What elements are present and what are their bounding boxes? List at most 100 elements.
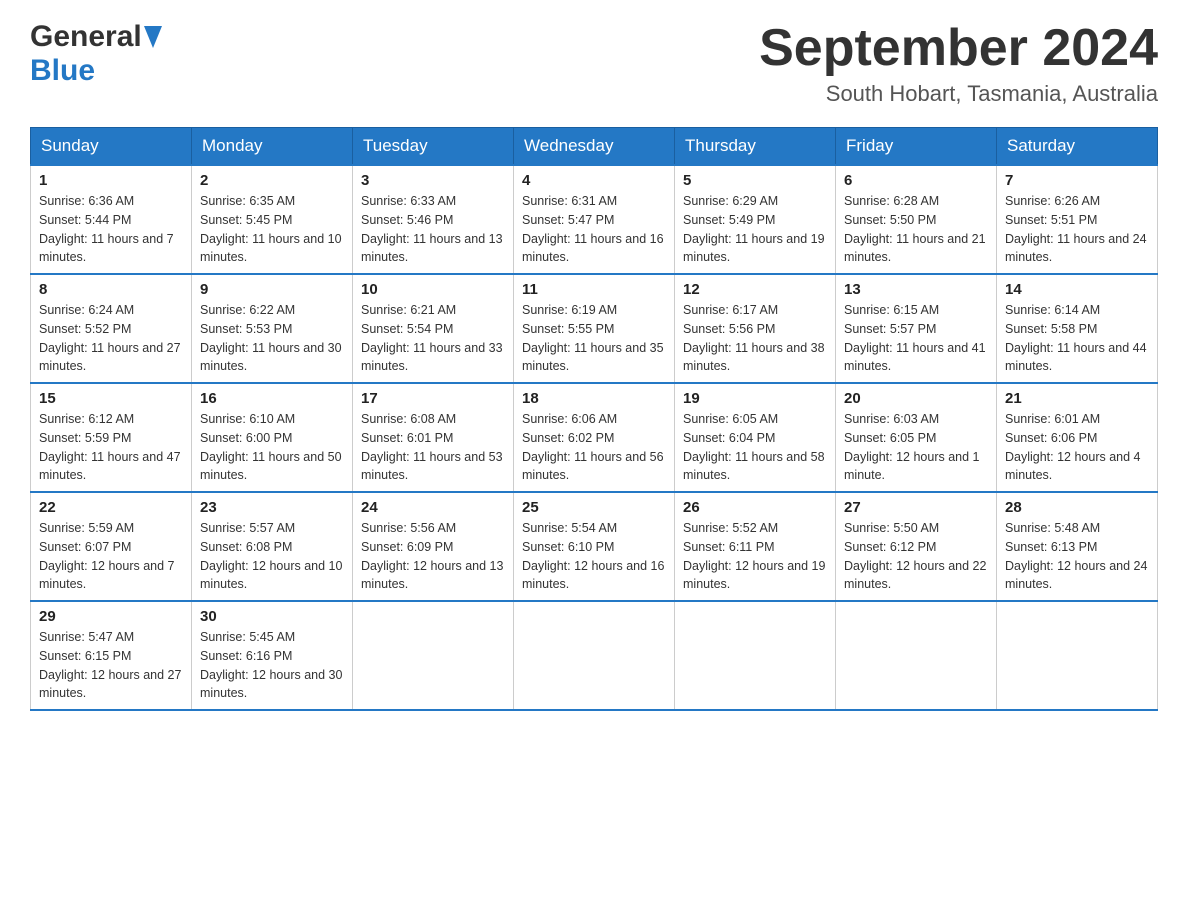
calendar-cell: 16 Sunrise: 6:10 AMSunset: 6:00 PMDaylig… — [192, 383, 353, 492]
calendar-cell — [514, 601, 675, 710]
calendar-cell: 20 Sunrise: 6:03 AMSunset: 6:05 PMDaylig… — [836, 383, 997, 492]
calendar-cell: 21 Sunrise: 6:01 AMSunset: 6:06 PMDaylig… — [997, 383, 1158, 492]
day-info: Sunrise: 5:56 AMSunset: 6:09 PMDaylight:… — [361, 521, 503, 591]
calendar-cell: 25 Sunrise: 5:54 AMSunset: 6:10 PMDaylig… — [514, 492, 675, 601]
day-info: Sunrise: 5:52 AMSunset: 6:11 PMDaylight:… — [683, 521, 825, 591]
calendar-cell: 17 Sunrise: 6:08 AMSunset: 6:01 PMDaylig… — [353, 383, 514, 492]
day-info: Sunrise: 6:36 AMSunset: 5:44 PMDaylight:… — [39, 194, 174, 264]
calendar-cell: 24 Sunrise: 5:56 AMSunset: 6:09 PMDaylig… — [353, 492, 514, 601]
calendar-cell: 22 Sunrise: 5:59 AMSunset: 6:07 PMDaylig… — [31, 492, 192, 601]
weekday-header-tuesday: Tuesday — [353, 128, 514, 166]
day-info: Sunrise: 6:31 AMSunset: 5:47 PMDaylight:… — [522, 194, 664, 264]
calendar-cell: 23 Sunrise: 5:57 AMSunset: 6:08 PMDaylig… — [192, 492, 353, 601]
calendar-week-row: 8 Sunrise: 6:24 AMSunset: 5:52 PMDayligh… — [31, 274, 1158, 383]
calendar-cell: 28 Sunrise: 5:48 AMSunset: 6:13 PMDaylig… — [997, 492, 1158, 601]
day-number: 29 — [39, 608, 183, 625]
calendar-cell: 26 Sunrise: 5:52 AMSunset: 6:11 PMDaylig… — [675, 492, 836, 601]
calendar-cell: 1 Sunrise: 6:36 AMSunset: 5:44 PMDayligh… — [31, 165, 192, 274]
day-info: Sunrise: 6:33 AMSunset: 5:46 PMDaylight:… — [361, 194, 503, 264]
day-number: 4 — [522, 172, 666, 189]
day-info: Sunrise: 6:06 AMSunset: 6:02 PMDaylight:… — [522, 412, 664, 482]
day-info: Sunrise: 6:17 AMSunset: 5:56 PMDaylight:… — [683, 303, 825, 373]
day-number: 5 — [683, 172, 827, 189]
day-number: 18 — [522, 390, 666, 407]
calendar-cell — [836, 601, 997, 710]
weekday-header-saturday: Saturday — [997, 128, 1158, 166]
day-info: Sunrise: 5:57 AMSunset: 6:08 PMDaylight:… — [200, 521, 342, 591]
day-info: Sunrise: 6:24 AMSunset: 5:52 PMDaylight:… — [39, 303, 181, 373]
calendar-cell: 7 Sunrise: 6:26 AMSunset: 5:51 PMDayligh… — [997, 165, 1158, 274]
calendar-cell: 10 Sunrise: 6:21 AMSunset: 5:54 PMDaylig… — [353, 274, 514, 383]
day-number: 15 — [39, 390, 183, 407]
day-info: Sunrise: 6:01 AMSunset: 6:06 PMDaylight:… — [1005, 412, 1141, 482]
calendar-cell: 11 Sunrise: 6:19 AMSunset: 5:55 PMDaylig… — [514, 274, 675, 383]
weekday-header-wednesday: Wednesday — [514, 128, 675, 166]
day-info: Sunrise: 6:22 AMSunset: 5:53 PMDaylight:… — [200, 303, 342, 373]
calendar-cell: 2 Sunrise: 6:35 AMSunset: 5:45 PMDayligh… — [192, 165, 353, 274]
calendar-week-row: 1 Sunrise: 6:36 AMSunset: 5:44 PMDayligh… — [31, 165, 1158, 274]
location-subtitle: South Hobart, Tasmania, Australia — [759, 81, 1158, 107]
weekday-header-thursday: Thursday — [675, 128, 836, 166]
day-number: 8 — [39, 281, 183, 298]
calendar-cell: 29 Sunrise: 5:47 AMSunset: 6:15 PMDaylig… — [31, 601, 192, 710]
day-number: 25 — [522, 499, 666, 516]
day-number: 26 — [683, 499, 827, 516]
calendar-week-row: 15 Sunrise: 6:12 AMSunset: 5:59 PMDaylig… — [31, 383, 1158, 492]
calendar-cell — [997, 601, 1158, 710]
day-info: Sunrise: 6:29 AMSunset: 5:49 PMDaylight:… — [683, 194, 825, 264]
day-number: 20 — [844, 390, 988, 407]
calendar-cell: 30 Sunrise: 5:45 AMSunset: 6:16 PMDaylig… — [192, 601, 353, 710]
day-number: 30 — [200, 608, 344, 625]
logo-general-text: General — [30, 20, 142, 54]
day-info: Sunrise: 6:19 AMSunset: 5:55 PMDaylight:… — [522, 303, 664, 373]
page-header: General Blue September 2024 South Hobart… — [30, 20, 1158, 107]
logo-triangle-icon — [144, 26, 162, 53]
weekday-header-friday: Friday — [836, 128, 997, 166]
weekday-header-sunday: Sunday — [31, 128, 192, 166]
day-number: 24 — [361, 499, 505, 516]
calendar-week-row: 29 Sunrise: 5:47 AMSunset: 6:15 PMDaylig… — [31, 601, 1158, 710]
day-number: 7 — [1005, 172, 1149, 189]
title-area: September 2024 South Hobart, Tasmania, A… — [759, 20, 1158, 107]
day-info: Sunrise: 6:10 AMSunset: 6:00 PMDaylight:… — [200, 412, 342, 482]
day-info: Sunrise: 5:54 AMSunset: 6:10 PMDaylight:… — [522, 521, 664, 591]
day-number: 3 — [361, 172, 505, 189]
day-info: Sunrise: 5:50 AMSunset: 6:12 PMDaylight:… — [844, 521, 986, 591]
day-info: Sunrise: 6:28 AMSunset: 5:50 PMDaylight:… — [844, 194, 986, 264]
calendar-cell: 3 Sunrise: 6:33 AMSunset: 5:46 PMDayligh… — [353, 165, 514, 274]
calendar-cell: 13 Sunrise: 6:15 AMSunset: 5:57 PMDaylig… — [836, 274, 997, 383]
logo: General Blue — [30, 20, 162, 88]
calendar-cell: 27 Sunrise: 5:50 AMSunset: 6:12 PMDaylig… — [836, 492, 997, 601]
weekday-header-monday: Monday — [192, 128, 353, 166]
day-info: Sunrise: 6:15 AMSunset: 5:57 PMDaylight:… — [844, 303, 986, 373]
day-info: Sunrise: 6:26 AMSunset: 5:51 PMDaylight:… — [1005, 194, 1147, 264]
day-number: 6 — [844, 172, 988, 189]
day-number: 9 — [200, 281, 344, 298]
day-number: 23 — [200, 499, 344, 516]
day-number: 13 — [844, 281, 988, 298]
day-info: Sunrise: 5:59 AMSunset: 6:07 PMDaylight:… — [39, 521, 175, 591]
calendar-cell: 19 Sunrise: 6:05 AMSunset: 6:04 PMDaylig… — [675, 383, 836, 492]
calendar-cell: 18 Sunrise: 6:06 AMSunset: 6:02 PMDaylig… — [514, 383, 675, 492]
calendar-cell — [675, 601, 836, 710]
calendar-cell: 8 Sunrise: 6:24 AMSunset: 5:52 PMDayligh… — [31, 274, 192, 383]
calendar-table: SundayMondayTuesdayWednesdayThursdayFrid… — [30, 127, 1158, 711]
calendar-cell: 4 Sunrise: 6:31 AMSunset: 5:47 PMDayligh… — [514, 165, 675, 274]
day-info: Sunrise: 6:08 AMSunset: 6:01 PMDaylight:… — [361, 412, 503, 482]
calendar-cell: 9 Sunrise: 6:22 AMSunset: 5:53 PMDayligh… — [192, 274, 353, 383]
calendar-cell — [353, 601, 514, 710]
logo-blue-text: Blue — [30, 54, 95, 87]
day-info: Sunrise: 6:12 AMSunset: 5:59 PMDaylight:… — [39, 412, 181, 482]
day-number: 16 — [200, 390, 344, 407]
day-number: 12 — [683, 281, 827, 298]
day-info: Sunrise: 5:48 AMSunset: 6:13 PMDaylight:… — [1005, 521, 1147, 591]
calendar-cell: 5 Sunrise: 6:29 AMSunset: 5:49 PMDayligh… — [675, 165, 836, 274]
day-number: 19 — [683, 390, 827, 407]
day-number: 10 — [361, 281, 505, 298]
day-info: Sunrise: 6:21 AMSunset: 5:54 PMDaylight:… — [361, 303, 503, 373]
day-info: Sunrise: 5:47 AMSunset: 6:15 PMDaylight:… — [39, 630, 181, 700]
day-number: 27 — [844, 499, 988, 516]
calendar-cell: 12 Sunrise: 6:17 AMSunset: 5:56 PMDaylig… — [675, 274, 836, 383]
day-number: 17 — [361, 390, 505, 407]
day-number: 1 — [39, 172, 183, 189]
